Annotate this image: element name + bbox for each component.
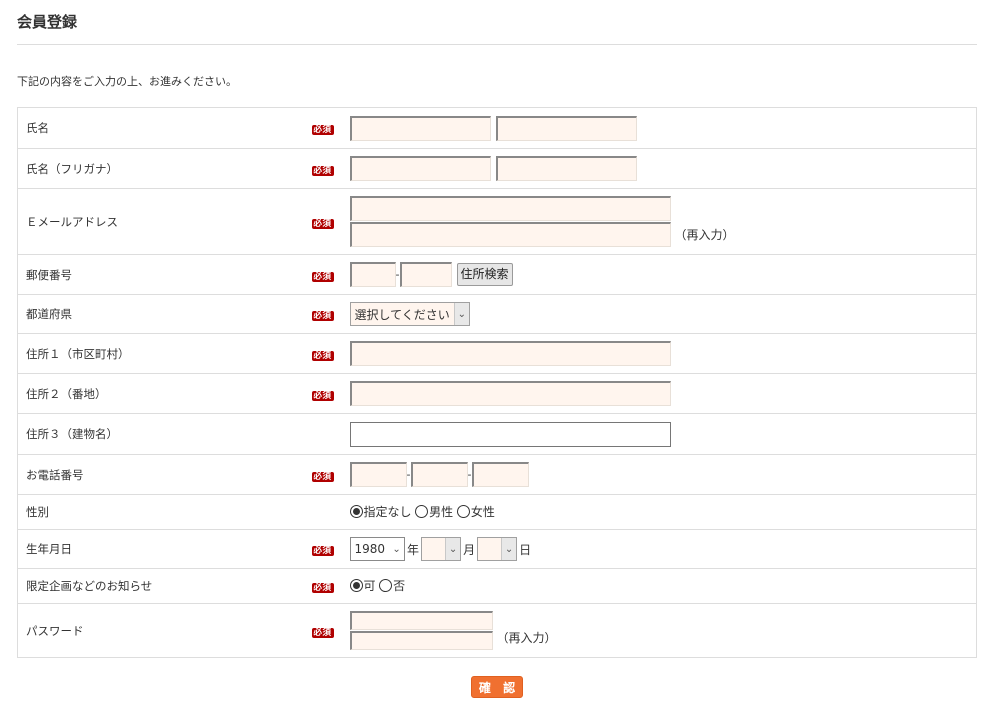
phone-part1-input[interactable] [349,462,407,487]
required-badge: 必須 [311,125,334,135]
confirm-button[interactable]: 確 認 [470,676,524,698]
registration-form: 氏名 必須 氏名（フリガナ） 必須 Ｅメールアドレス 必須 （再入力） 郵便番号… [17,107,977,658]
radio-icon [379,579,393,592]
gender-option-label: 女性 [470,505,495,519]
password-confirm-input[interactable] [349,631,493,650]
addr1-label: 住所１（市区町村） [17,333,304,374]
address2-input[interactable] [349,381,671,406]
email-confirm-input[interactable] [349,222,671,247]
birth-month-select[interactable]: ⌄ [421,537,462,561]
name-label: 氏名 [17,107,304,149]
chevron-down-icon: ⌄ [445,538,461,560]
intro-text: 下記の内容をご入力の上、お進みください。 [17,75,237,88]
email-label: Ｅメールアドレス [17,188,304,255]
news-option-label: 否 [393,579,406,593]
zip-second-input[interactable] [399,262,452,287]
address-search-button[interactable]: 住所検索 [456,263,513,286]
radio-icon [349,505,363,518]
row-password: パスワード 必須 （再入力） [17,603,977,658]
chevron-down-icon: ⌄ [453,303,469,325]
row-email: Ｅメールアドレス 必須 （再入力） [17,188,977,255]
required-badge: 必須 [311,471,334,482]
phone-part3-input[interactable] [471,462,529,487]
address1-input[interactable] [349,341,671,366]
password-input[interactable] [349,611,493,630]
prefecture-select-value: 選択してください [354,307,450,322]
phone-part2-input[interactable] [410,462,468,487]
required-badge: 必須 [311,583,334,593]
gender-option-female[interactable]: 女性 [456,503,495,520]
row-addr3: 住所３（建物名） [17,413,977,455]
news-option-no[interactable]: 否 [379,577,405,594]
required-badge: 必須 [311,350,334,361]
row-kana: 氏名（フリガナ） 必須 [17,148,977,189]
year-unit: 年 [407,542,420,557]
required-badge: 必須 [311,390,334,401]
row-addr1: 住所１（市区町村） 必須 [17,333,977,374]
phone-label: お電話番号 [17,454,304,495]
password-reenter-note: （再入力） [496,631,557,645]
news-label: 限定企画などのお知らせ [17,568,304,604]
gender-option-none[interactable]: 指定なし [349,503,412,520]
submit-area: 確 認 [17,658,977,698]
addr2-label: 住所２（番地） [17,373,304,414]
month-unit: 月 [463,542,476,557]
addr3-label: 住所３（建物名） [17,413,304,455]
radio-icon [456,505,470,518]
last-name-input[interactable] [349,115,491,141]
chevron-down-icon: ⌄ [501,538,517,560]
row-name: 氏名 必須 [17,107,977,149]
pref-label: 都道府県 [17,294,304,334]
password-label: パスワード [17,603,304,658]
required-badge: 必須 [311,627,334,638]
gender-option-label: 男性 [429,505,454,519]
row-birth: 生年月日 必須 1980 ⌄ 年 ⌄ 月 ⌄ 日 [17,529,977,569]
gender-option-male[interactable]: 男性 [415,503,453,520]
registration-page: 会員登録 下記の内容をご入力の上、お進みください。 氏名 必須 氏名（フリガナ）… [0,0,990,720]
kana-label: 氏名（フリガナ） [17,148,304,189]
required-badge: 必須 [311,546,334,556]
required-badge: 必須 [311,165,334,176]
row-pref: 都道府県 必須 選択してください ⌄ [17,294,977,334]
row-addr2: 住所２（番地） 必須 [17,373,977,414]
gender-label: 性別 [17,494,304,530]
row-news: 限定企画などのお知らせ 必須 可 否 [17,568,977,604]
required-badge: 必須 [311,218,334,229]
first-name-kana-input[interactable] [495,156,637,181]
row-phone: お電話番号 必須 -- [17,454,977,495]
page-title: 会員登録 [17,13,78,31]
row-zip: 郵便番号 必須 - 住所検索 [17,254,977,295]
last-name-kana-input[interactable] [349,156,491,181]
day-unit: 日 [519,542,532,557]
news-option-label: 可 [363,579,376,593]
birth-year-value: 1980 [354,542,386,556]
first-name-input[interactable] [495,115,637,141]
zip-label: 郵便番号 [17,254,304,295]
radio-icon [415,505,429,518]
birth-label: 生年月日 [17,529,304,569]
birth-year-select[interactable]: 1980 ⌄ [349,537,406,561]
radio-icon [349,579,363,592]
gender-option-label: 指定なし [363,505,412,519]
email-input[interactable] [349,196,671,221]
prefecture-select[interactable]: 選択してください ⌄ [349,302,470,326]
address3-input[interactable] [349,421,671,447]
zip-first-input[interactable] [349,262,396,287]
chevron-down-icon: ⌄ [389,538,405,560]
row-gender: 性別 指定なし 男性 女性 [17,494,977,530]
birth-day-select[interactable]: ⌄ [477,537,518,561]
required-badge: 必須 [311,271,334,282]
news-option-yes[interactable]: 可 [349,577,376,594]
required-badge: 必須 [311,311,334,321]
email-reenter-note: （再入力） [674,228,735,242]
